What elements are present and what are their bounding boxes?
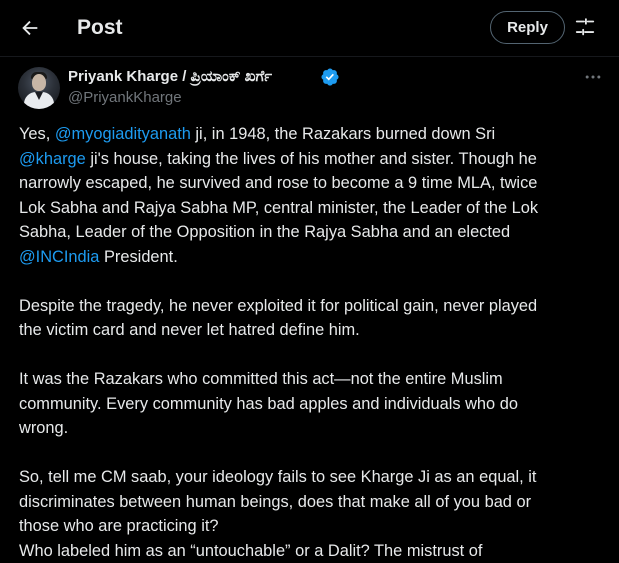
post-line: Despite the tragedy, he never exploited … — [19, 294, 619, 319]
post-line: the victim card and never let hatred def… — [19, 318, 619, 343]
verified-badge-icon — [320, 67, 340, 87]
post-line: those who are practicing it? — [19, 514, 619, 539]
post-line: narrowly escaped, he survived and rose t… — [19, 171, 619, 196]
header-divider — [0, 56, 619, 57]
post-line: @kharge ji's house, taking the lives of … — [19, 147, 619, 172]
post-line: Yes, @myogiadityanath ji, in 1948, the R… — [19, 122, 619, 147]
post-header: Post Reply — [0, 0, 619, 56]
arrow-left-icon — [19, 17, 41, 39]
mention-link[interactable]: @myogiadityanath — [55, 125, 191, 143]
post-line-partial: Who labeled him as an “untouchable” or a… — [19, 539, 619, 563]
sliders-icon — [574, 16, 596, 38]
reply-button[interactable]: Reply — [490, 11, 565, 44]
post-line: community. Every community has bad apple… — [19, 392, 619, 417]
post-line: @INCIndia President. — [19, 245, 619, 270]
more-button[interactable] — [580, 66, 606, 88]
more-horizontal-icon — [583, 67, 603, 87]
mention-link[interactable]: @INCIndia — [19, 248, 99, 266]
post-line: Sabha, Leader of the Opposition in the R… — [19, 220, 619, 245]
post-line: wrong. — [19, 416, 619, 441]
avatar[interactable] — [18, 67, 60, 109]
post-line: discriminates between human beings, does… — [19, 490, 619, 515]
back-button[interactable] — [14, 12, 46, 44]
author-handle[interactable]: @PriyankKharge — [68, 88, 182, 108]
author-name[interactable]: Priyank Kharge / ಪ್ರಿಯಾಂಕ್ ಖರ್ಗೆ — [68, 66, 272, 88]
post-line: So, tell me CM saab, your ideology fails… — [19, 465, 619, 490]
filter-button[interactable] — [572, 14, 598, 40]
mention-link[interactable]: @kharge — [19, 150, 86, 168]
post-line: Lok Sabha and Rajya Sabha MP, central mi… — [19, 196, 619, 221]
post-text: Yes, @myogiadityanath ji, in 1948, the R… — [19, 122, 619, 563]
page-title: Post — [77, 14, 123, 42]
post-line: It was the Razakars who committed this a… — [19, 367, 619, 392]
